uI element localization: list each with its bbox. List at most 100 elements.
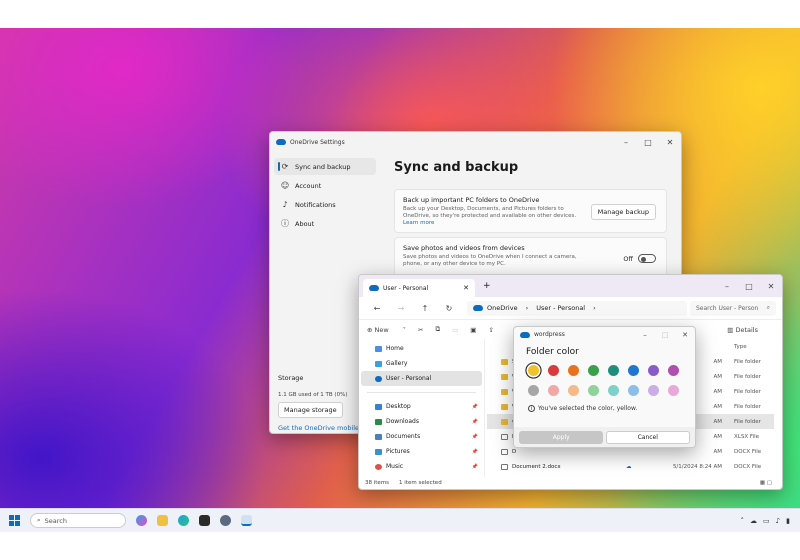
nav-label: Music <box>386 463 404 470</box>
color-swatch[interactable] <box>608 365 619 376</box>
chevron-up-icon[interactable]: ˄ <box>741 517 745 525</box>
nav-desktop[interactable]: Desktop 📌 <box>361 399 482 414</box>
new-button[interactable]: ⊕ New ˅ <box>367 326 406 334</box>
nav-account[interactable]: ☺ Account <box>274 177 376 194</box>
file-icon <box>501 433 508 440</box>
close-tab-icon[interactable]: ✕ <box>463 284 469 292</box>
breadcrumb-item[interactable]: User - Personal <box>536 304 585 312</box>
file-explorer-icon[interactable] <box>157 515 168 526</box>
taskbar-search[interactable]: ⌕ Search <box>30 513 126 528</box>
table-row[interactable]: Document 2.docx ☁ 5/1/2024 8:24 AM DOCX Fil… <box>487 459 774 474</box>
backup-card: Back up important PC folders to OneDrive… <box>394 189 667 233</box>
share-icon[interactable]: ⇪ <box>488 326 493 334</box>
apply-button[interactable]: Apply <box>519 430 604 444</box>
refresh-icon[interactable]: ↻ <box>437 304 461 313</box>
nav-user-personal[interactable]: User - Personal <box>361 371 482 386</box>
folder-icon <box>501 388 508 395</box>
learn-more-link[interactable]: Learn more <box>403 220 658 226</box>
toggle-switch[interactable] <box>638 254 656 263</box>
color-swatch[interactable] <box>588 365 599 376</box>
maximize-icon[interactable]: □ <box>655 331 675 339</box>
file-name: D <box>512 448 517 455</box>
onedrive-tray-icon[interactable]: ☁ <box>750 517 757 525</box>
color-swatch[interactable] <box>528 365 539 376</box>
search-input[interactable]: Search User - Person ⌕ <box>690 300 776 316</box>
folder-icon <box>501 358 508 365</box>
maximize-icon[interactable]: □ <box>738 282 760 291</box>
file-type: DOCX File <box>734 463 762 470</box>
color-swatch[interactable] <box>628 385 639 396</box>
desktop-wallpaper: OneDrive Settings – □ ✕ ⟳ Sync and backup ☺… <box>0 28 800 508</box>
info-icon: ⓘ <box>281 219 289 228</box>
battery-icon[interactable]: ▮ <box>786 517 790 525</box>
color-swatch[interactable] <box>648 385 659 396</box>
close-icon[interactable]: ✕ <box>659 138 681 147</box>
nav-downloads[interactable]: Downloads 📌 <box>361 414 482 429</box>
maximize-icon[interactable]: □ <box>637 138 659 147</box>
copy-icon[interactable]: ⧉ <box>435 325 440 334</box>
color-swatch[interactable] <box>568 385 579 396</box>
breadcrumb-item[interactable]: OneDrive <box>487 304 518 312</box>
start-button[interactable] <box>9 515 20 526</box>
edge-icon[interactable] <box>178 515 189 526</box>
nav-notifications[interactable]: ♪ Notifications <box>274 196 376 213</box>
manage-storage-button[interactable]: Manage storage <box>278 402 343 418</box>
nav-label: About <box>295 219 315 228</box>
back-icon[interactable]: ← <box>365 304 389 313</box>
search-placeholder: Search User - Person <box>696 304 759 312</box>
photos-toggle[interactable]: Off <box>623 254 656 263</box>
explorer-tabbar: User - Personal ✕ + – □ ✕ <box>359 275 782 297</box>
color-swatch[interactable] <box>608 385 619 396</box>
details-button[interactable]: ▥ Details <box>727 326 770 334</box>
color-swatch[interactable] <box>568 365 579 376</box>
color-swatch[interactable] <box>588 385 599 396</box>
color-swatch[interactable] <box>548 385 559 396</box>
selected-count: 1 item selected <box>399 480 442 486</box>
dialog-title: wordpress <box>534 331 565 338</box>
color-swatch[interactable] <box>548 365 559 376</box>
cut-icon[interactable]: ✂ <box>418 326 423 334</box>
nav-gallery[interactable]: Gallery <box>361 356 482 371</box>
new-tab-icon[interactable]: + <box>483 281 491 291</box>
minimize-icon[interactable]: – <box>615 138 637 147</box>
nav-divider <box>367 392 476 393</box>
view-toggle-icon[interactable]: ▦ ▢ <box>760 480 772 486</box>
breadcrumb[interactable]: OneDrive › User - Personal › <box>467 300 687 316</box>
nav-documents[interactable]: Documents 📌 <box>361 429 482 444</box>
manage-backup-button[interactable]: Manage backup <box>590 204 656 220</box>
cancel-button[interactable]: Cancel <box>605 430 690 444</box>
nav-sync-and-backup[interactable]: ⟳ Sync and backup <box>274 158 376 175</box>
close-icon[interactable]: ✕ <box>760 282 782 291</box>
terminal-icon[interactable] <box>199 515 210 526</box>
file-type: File folder <box>734 418 761 425</box>
photos-title: Save photos and videos from devices <box>403 244 525 252</box>
volume-icon[interactable]: ♪ <box>776 517 780 525</box>
close-icon[interactable]: ✕ <box>675 331 695 339</box>
nav-home[interactable]: Home <box>361 341 482 356</box>
documents-icon <box>375 433 382 440</box>
copilot-icon[interactable] <box>136 515 147 526</box>
nav-pictures[interactable]: Pictures 📌 <box>361 444 482 459</box>
details-label: Details <box>735 325 758 334</box>
minimize-icon[interactable]: – <box>635 331 655 339</box>
color-swatch[interactable] <box>648 365 659 376</box>
rename-icon[interactable]: ▣ <box>470 326 476 334</box>
color-swatch[interactable] <box>628 365 639 376</box>
color-swatch[interactable] <box>528 385 539 396</box>
tab-user-personal[interactable]: User - Personal ✕ <box>363 279 475 297</box>
dialog-heading: Folder color <box>526 347 579 357</box>
onedrive-taskbar-icon[interactable] <box>241 515 252 526</box>
column-type[interactable]: Type <box>722 344 774 350</box>
paste-icon[interactable]: ▭ <box>452 326 458 334</box>
nav-about[interactable]: ⓘ About <box>274 215 376 232</box>
minimize-icon[interactable]: – <box>716 282 738 291</box>
settings-gear-icon[interactable] <box>220 515 231 526</box>
up-icon[interactable]: ↑ <box>413 304 437 313</box>
settings-titlebar: OneDrive Settings – □ ✕ <box>270 132 681 152</box>
color-swatch[interactable] <box>668 365 679 376</box>
network-icon[interactable]: ▭ <box>763 517 770 525</box>
pin-icon: 📌 <box>471 418 478 425</box>
color-swatch[interactable] <box>668 385 679 396</box>
nav-music[interactable]: Music 📌 <box>361 459 482 474</box>
forward-icon[interactable]: → <box>389 304 413 313</box>
